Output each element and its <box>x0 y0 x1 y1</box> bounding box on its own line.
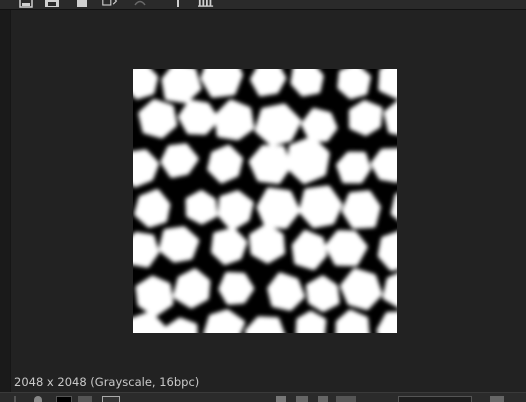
image-viewport[interactable]: 2048 x 2048 (Grayscale, 16bpc) <box>11 10 526 392</box>
divider <box>14 396 16 402</box>
texture-cell <box>267 272 305 311</box>
image-info-label: 2048 x 2048 (Grayscale, 16bpc) <box>14 375 200 389</box>
frame-icon[interactable] <box>18 0 34 8</box>
checker-swatch[interactable] <box>78 396 92 402</box>
texture-cell <box>218 272 255 305</box>
texture-cell <box>370 148 397 183</box>
texture-cell <box>200 69 243 98</box>
grid-icon[interactable] <box>276 396 286 402</box>
texture-cell <box>250 69 287 97</box>
texture-cell <box>286 136 330 184</box>
texture-cell <box>378 69 397 99</box>
left-panel-strip <box>0 10 11 392</box>
settings-icon[interactable] <box>34 396 42 402</box>
texture-cell <box>160 143 199 178</box>
zoom-icon[interactable] <box>318 396 328 402</box>
channel-button[interactable] <box>102 396 120 402</box>
texture-cell <box>203 309 245 333</box>
texture-cell <box>341 190 381 229</box>
texture-cell <box>133 232 160 268</box>
texture-cell <box>134 189 171 228</box>
texture-cell <box>298 185 343 229</box>
texture-cell <box>377 231 397 271</box>
save-icon[interactable] <box>44 0 60 8</box>
texture-cell <box>178 99 220 135</box>
texture-cell <box>337 69 371 100</box>
texture-cell <box>158 226 200 263</box>
texture-cell <box>290 69 324 97</box>
texture-cell <box>336 151 371 184</box>
pin-icon[interactable] <box>170 0 186 8</box>
texture-cell <box>295 310 327 333</box>
bottom-toolbar <box>0 392 526 402</box>
texture-cell <box>335 309 370 333</box>
texture-cell <box>185 190 218 225</box>
square-icon[interactable] <box>74 0 90 8</box>
texture-cell <box>135 275 174 317</box>
texture-cell <box>133 149 159 188</box>
texture-cell <box>133 69 159 100</box>
texture-cell <box>254 103 302 146</box>
zoom-dropdown[interactable] <box>398 396 472 402</box>
texture-cell <box>325 230 368 267</box>
texture-cell <box>348 100 383 136</box>
zoom-field[interactable] <box>336 396 356 402</box>
texture-cell <box>301 108 338 142</box>
histogram-icon[interactable] <box>198 0 214 8</box>
texture-cell <box>161 69 202 104</box>
undo-icon[interactable] <box>132 0 148 8</box>
texture-cell <box>291 230 328 270</box>
texture-cell <box>340 268 383 310</box>
texture-cell <box>244 316 285 333</box>
texture-cell <box>256 187 301 229</box>
texture-cell <box>211 227 248 265</box>
fit-icon[interactable] <box>296 396 308 402</box>
export-icon[interactable] <box>102 0 118 8</box>
texture-cell <box>207 144 243 184</box>
texture-cell <box>214 99 255 141</box>
background-color-swatch[interactable] <box>56 396 72 402</box>
texture-cell <box>305 275 340 312</box>
texture-cell <box>138 99 178 139</box>
texture-cell <box>172 268 211 309</box>
options-button[interactable] <box>490 396 504 402</box>
texture-cell <box>248 145 292 184</box>
texture-cell <box>249 223 286 264</box>
bitmap-viewer-window: 2048 x 2048 (Grayscale, 16bpc) <box>0 0 526 402</box>
texture-preview-image <box>133 69 397 333</box>
texture-cell <box>217 190 254 231</box>
top-toolbar <box>0 0 526 10</box>
